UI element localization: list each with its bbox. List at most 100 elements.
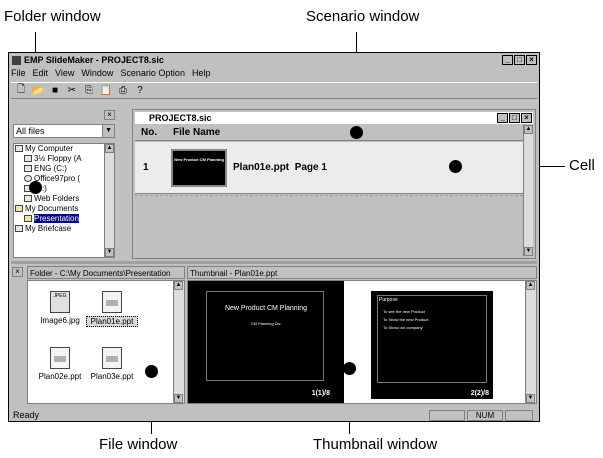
file-item[interactable]: Plan02e.ppt xyxy=(34,347,86,381)
chevron-down-icon[interactable]: ▼ xyxy=(102,125,114,137)
scroll-up-icon[interactable]: ▲ xyxy=(174,281,183,290)
thumbnail-window: New Product CM Planning CM Planning Div.… xyxy=(187,280,537,404)
tree-item[interactable]: My Briefcase xyxy=(14,224,114,234)
app-icon xyxy=(12,55,21,65)
cell-thumbnail: New Product CM Planning xyxy=(171,149,227,187)
folder-tree: My Computer 3½ Floppy (A ENG (C:) Office… xyxy=(13,143,115,258)
jpg-file-icon: JPEG xyxy=(50,291,70,313)
slide-subtitle: CM Planning Div. xyxy=(250,321,282,326)
scroll-up-icon[interactable]: ▲ xyxy=(526,281,535,290)
ppt-file-icon xyxy=(102,291,122,313)
file-window-marker xyxy=(145,365,158,378)
title-bar: EMP SlideMaker - PROJECT8.sic _ □ × xyxy=(10,54,538,66)
menu-help[interactable]: Help xyxy=(192,68,211,80)
file-window-callout: File window xyxy=(99,436,178,453)
tree-item[interactable]: Web Folders xyxy=(14,194,114,204)
column-header-file-name: File Name xyxy=(173,127,221,138)
scenario-empty-area xyxy=(135,195,523,256)
status-cell-empty xyxy=(429,410,465,421)
file-item[interactable]: Plan01e.ppt xyxy=(86,291,138,327)
scroll-down-icon[interactable]: ▼ xyxy=(524,247,533,256)
scroll-up-icon[interactable]: ▲ xyxy=(524,125,533,134)
scenario-minimize-button[interactable]: _ xyxy=(497,113,508,123)
status-bar: Ready NUM xyxy=(11,409,537,421)
num-lock-indicator: NUM xyxy=(467,410,503,421)
ppt-file-icon xyxy=(102,347,122,369)
scenario-cell[interactable]: 1 New Product CM Planning Plan01e.ppt Pa… xyxy=(135,142,523,194)
help-icon[interactable]: ? xyxy=(134,85,146,97)
slide-page-number: 1(1)/8 xyxy=(311,390,330,397)
folder-icon xyxy=(15,205,23,213)
file-type-dropdown[interactable]: All files ▼ xyxy=(13,124,115,138)
file-item[interactable]: Plan03e.ppt xyxy=(86,347,138,381)
menu-bar: File Edit View Window Scenario Option He… xyxy=(11,68,210,80)
computer-icon xyxy=(15,145,23,153)
pane-splitter[interactable] xyxy=(11,261,537,264)
drive-icon xyxy=(24,165,32,173)
new-icon[interactable]: 🗋 xyxy=(15,84,27,97)
scenario-title: PROJECT8.sic xyxy=(149,113,212,123)
scenario-maximize-button[interactable]: □ xyxy=(509,113,520,123)
slide-bullet: To Show our company xyxy=(383,325,423,330)
slide-bullet: To see the new Product xyxy=(383,309,425,314)
scroll-down-icon[interactable]: ▼ xyxy=(105,248,114,257)
menu-file[interactable]: File xyxy=(11,68,26,80)
briefcase-icon xyxy=(15,225,23,233)
tree-item[interactable]: 3½ Floppy (A xyxy=(14,154,114,164)
file-scrollbar[interactable]: ▲ ▼ xyxy=(173,281,184,403)
paste-icon[interactable]: 📋 xyxy=(100,85,112,97)
save-icon[interactable]: ■ xyxy=(49,85,61,97)
lower-pane-close-button[interactable]: × xyxy=(12,267,23,277)
scroll-down-icon[interactable]: ▼ xyxy=(174,394,183,403)
file-window-header: Folder - C:\My Documents\Presentation xyxy=(27,266,185,279)
file-type-value: All files xyxy=(16,126,45,136)
thumbnail-window-marker xyxy=(343,362,356,375)
cell-marker xyxy=(449,160,462,173)
folder-pane-close-button[interactable]: × xyxy=(104,110,115,120)
minimize-button[interactable]: _ xyxy=(502,55,513,65)
scenario-window-callout: Scenario window xyxy=(306,8,420,25)
open-icon[interactable]: 📂 xyxy=(32,85,44,97)
slide-title: New Product CM Planning xyxy=(224,305,308,312)
scenario-scrollbar[interactable]: ▲ ▼ xyxy=(523,125,533,256)
cut-icon[interactable]: ✂ xyxy=(66,85,78,97)
cell-callout: Cell xyxy=(569,157,595,174)
tree-scrollbar[interactable]: ▲ ▼ xyxy=(104,144,114,257)
status-text: Ready xyxy=(13,410,40,420)
window-title: EMP SlideMaker - PROJECT8.sic xyxy=(24,55,164,65)
status-cell-empty xyxy=(505,410,533,421)
cell-file-name: Plan01e.ppt Page 1 xyxy=(233,162,327,173)
menu-window[interactable]: Window xyxy=(81,68,113,80)
tree-item[interactable]: Presentation xyxy=(14,214,114,224)
tree-item[interactable]: Office97pro ( xyxy=(14,174,114,184)
menu-view[interactable]: View xyxy=(55,68,74,80)
scroll-down-icon[interactable]: ▼ xyxy=(526,394,535,403)
slide-heading: Purpose xyxy=(379,297,398,303)
slide-bullet: To Show the new Product xyxy=(383,317,429,322)
scenario-header: No. File Name xyxy=(135,125,523,141)
scroll-up-icon[interactable]: ▲ xyxy=(105,144,114,153)
maximize-button[interactable]: □ xyxy=(514,55,525,65)
scenario-window-marker xyxy=(350,126,363,139)
thumbnail-slide[interactable]: New Product CM Planning CM Planning Div.… xyxy=(188,281,344,403)
thumbnail-slide[interactable]: Purpose To see the new Product To Show t… xyxy=(371,291,493,399)
file-window: JPEG Image6.jpg Plan01e.ppt Plan02e.ppt … xyxy=(27,280,185,404)
print-icon[interactable]: ⎙ xyxy=(117,85,129,97)
tree-item[interactable]: My Computer xyxy=(14,144,114,154)
copy-icon[interactable]: ⎘ xyxy=(83,85,95,97)
close-button[interactable]: × xyxy=(526,55,537,65)
folder-window: × All files ▼ My Computer 3½ Floppy (A E… xyxy=(11,108,118,260)
row-number: 1 xyxy=(143,162,149,173)
menu-scenario-option[interactable]: Scenario Option xyxy=(120,68,185,80)
thumbnail-window-callout: Thumbnail window xyxy=(313,436,438,453)
scenario-window: PROJECT8.sic _ □ × No. File Name 1 New P… xyxy=(132,109,536,259)
tree-item[interactable]: My Documents xyxy=(14,204,114,214)
thumbnail-window-header: Thumbnail - Plan01e.ppt xyxy=(187,266,537,279)
scenario-title-bar: PROJECT8.sic _ □ × xyxy=(135,112,533,124)
tree-item[interactable]: ENG (C:) xyxy=(14,164,114,174)
folder-window-callout: Folder window xyxy=(4,8,101,25)
menu-edit[interactable]: Edit xyxy=(33,68,49,80)
file-item[interactable]: JPEG Image6.jpg xyxy=(34,291,86,325)
scenario-close-button[interactable]: × xyxy=(521,113,532,123)
thumbnail-scrollbar[interactable]: ▲ ▼ xyxy=(525,281,536,403)
